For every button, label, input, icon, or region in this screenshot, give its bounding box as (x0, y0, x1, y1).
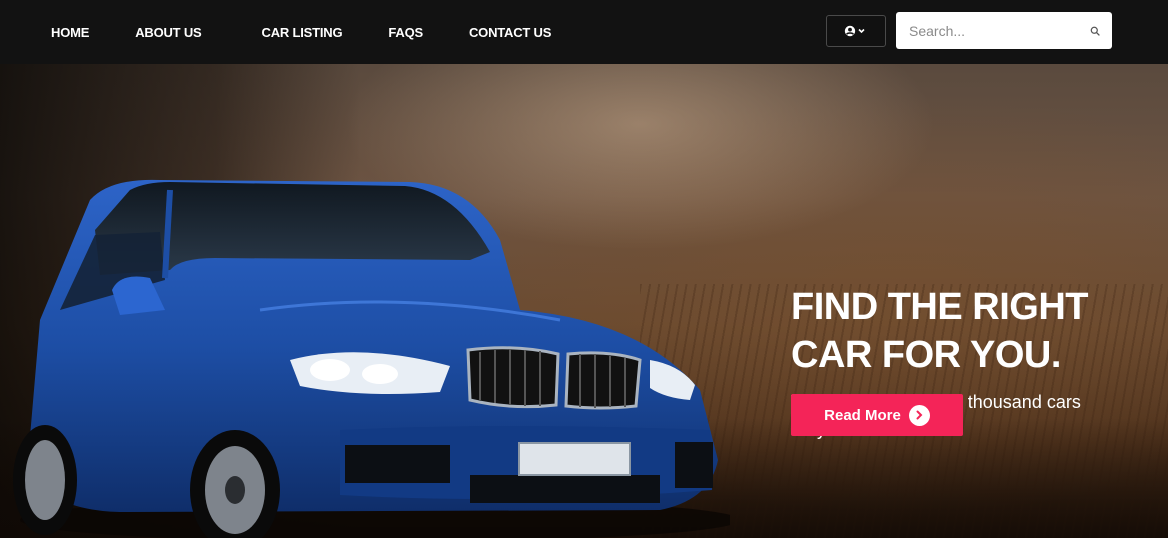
search-icon[interactable] (1090, 24, 1100, 38)
nav-contact-us[interactable]: CONTACT US (469, 25, 551, 40)
nav-about-us[interactable]: ABOUT US (135, 25, 201, 40)
user-menu-button[interactable] (826, 14, 886, 47)
top-navbar: HOME ABOUT US CAR LISTING FAQS CONTACT U… (0, 0, 1168, 64)
chevron-right-icon (908, 404, 930, 426)
header-tools (826, 12, 1112, 49)
hero-banner: FIND THE RIGHT CAR FOR YOU. We have more… (0, 64, 1168, 538)
search-input[interactable] (909, 22, 1090, 39)
hero-car-image (13, 179, 730, 538)
main-nav: HOME ABOUT US CAR LISTING FAQS CONTACT U… (0, 0, 597, 64)
nav-faqs[interactable]: FAQS (388, 25, 423, 40)
hero-title: FIND THE RIGHT CAR FOR YOU. (791, 283, 1121, 379)
read-more-label: Read More (824, 406, 901, 424)
nav-home[interactable]: HOME (51, 25, 89, 40)
user-circle-icon (844, 25, 865, 36)
nav-car-listing[interactable]: CAR LISTING (262, 25, 343, 40)
hero-title-line2: CAR FOR YOU. (791, 334, 1061, 376)
read-more-button[interactable]: Read More (791, 394, 963, 436)
hero-title-line1: FIND THE RIGHT (791, 286, 1088, 328)
search-box (896, 12, 1112, 49)
